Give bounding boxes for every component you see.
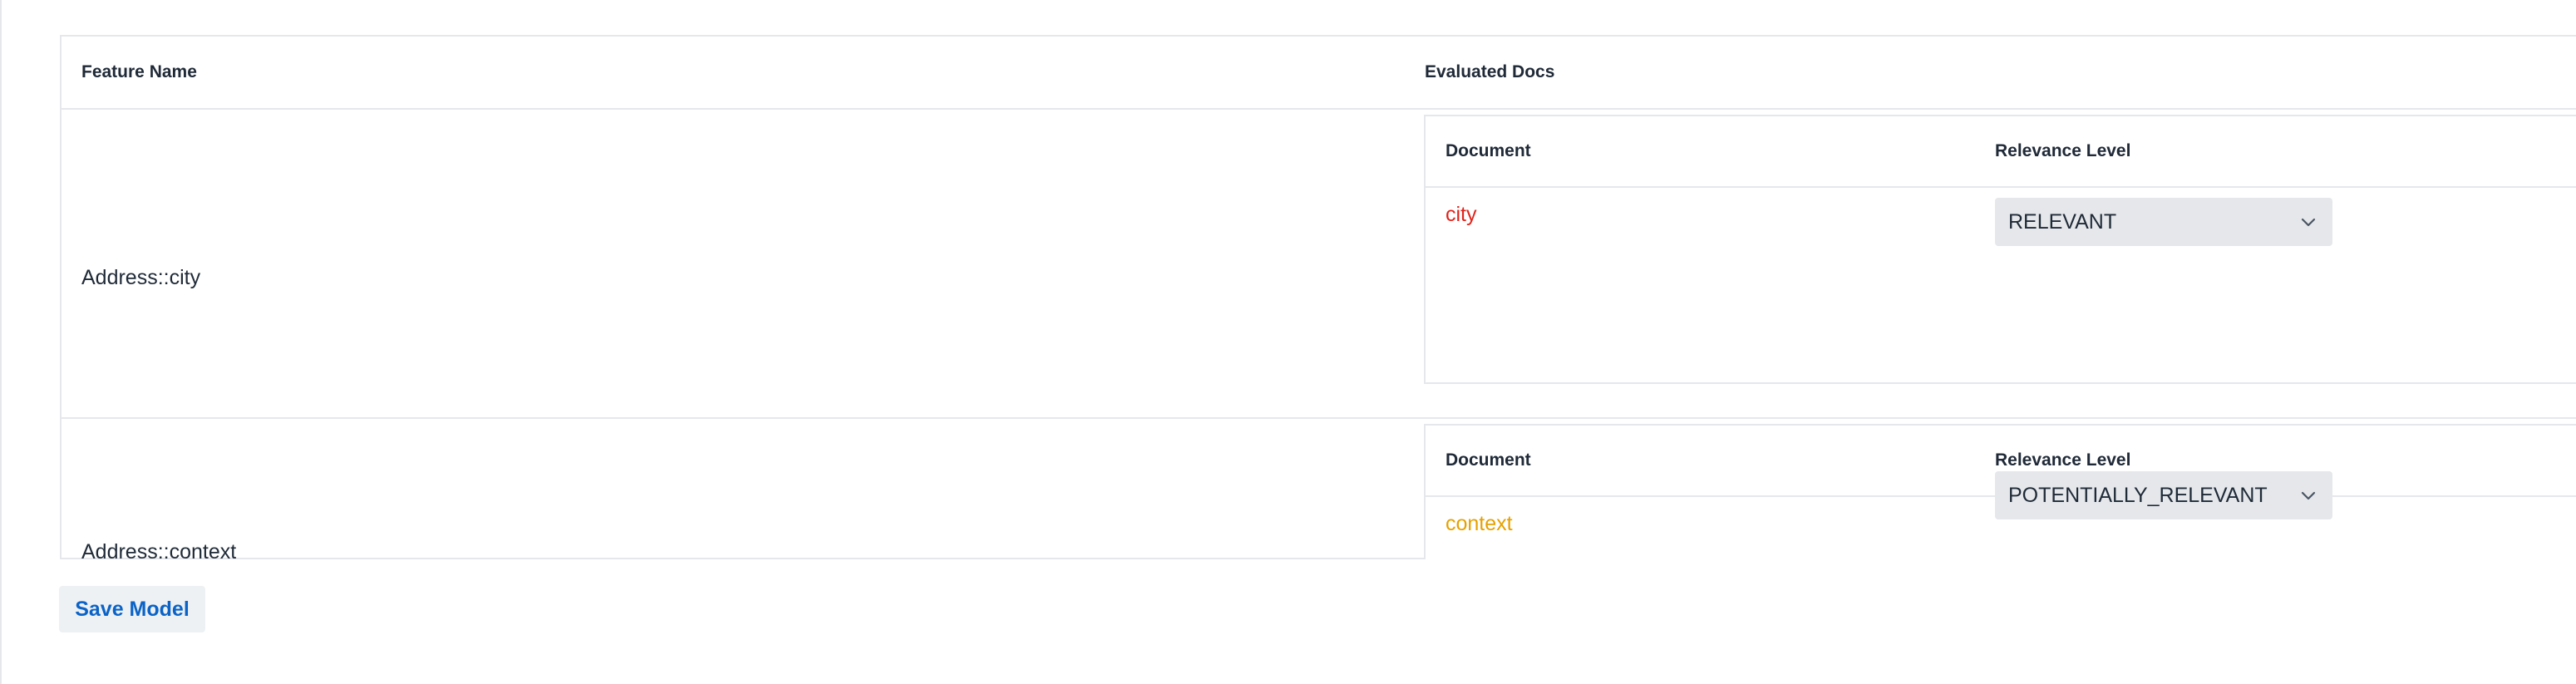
save-model-button[interactable]: Save Model bbox=[59, 586, 205, 632]
document-column-header: Document bbox=[1446, 450, 1531, 470]
relevance-level-select[interactable]: POTENTIALLY_RELEVANT bbox=[1995, 471, 2332, 519]
sidebar-divider bbox=[0, 0, 2, 684]
relevance-level-value: RELEVANT bbox=[2008, 210, 2117, 234]
features-table-header: Feature Name Evaluated Docs bbox=[62, 37, 2576, 110]
relevance-level-value: POTENTIALLY_RELEVANT bbox=[2008, 484, 2268, 507]
chevron-down-icon bbox=[2301, 491, 2316, 500]
table-row: Address::city Document Relevance Level c… bbox=[62, 110, 2576, 419]
feature-name-cell: Address::city bbox=[81, 266, 201, 289]
document-column-header: Document bbox=[1446, 141, 1531, 160]
evaluated-docs-column-header: Evaluated Docs bbox=[1425, 62, 1555, 81]
chevron-down-icon bbox=[2301, 218, 2316, 227]
evaluated-docs-header: Document Relevance Level bbox=[1426, 116, 2576, 188]
document-link-city[interactable]: city bbox=[1446, 203, 1477, 227]
relevance-column-header: Relevance Level bbox=[1995, 141, 2131, 160]
feature-name-column-header: Feature Name bbox=[81, 62, 197, 81]
evaluated-docs-table: Document Relevance Level city bbox=[1424, 115, 2576, 384]
relevance-level-select[interactable]: RELEVANT bbox=[1995, 198, 2332, 246]
document-link-context[interactable]: context bbox=[1446, 512, 1513, 536]
feature-name-cell: Address::context bbox=[81, 540, 237, 563]
